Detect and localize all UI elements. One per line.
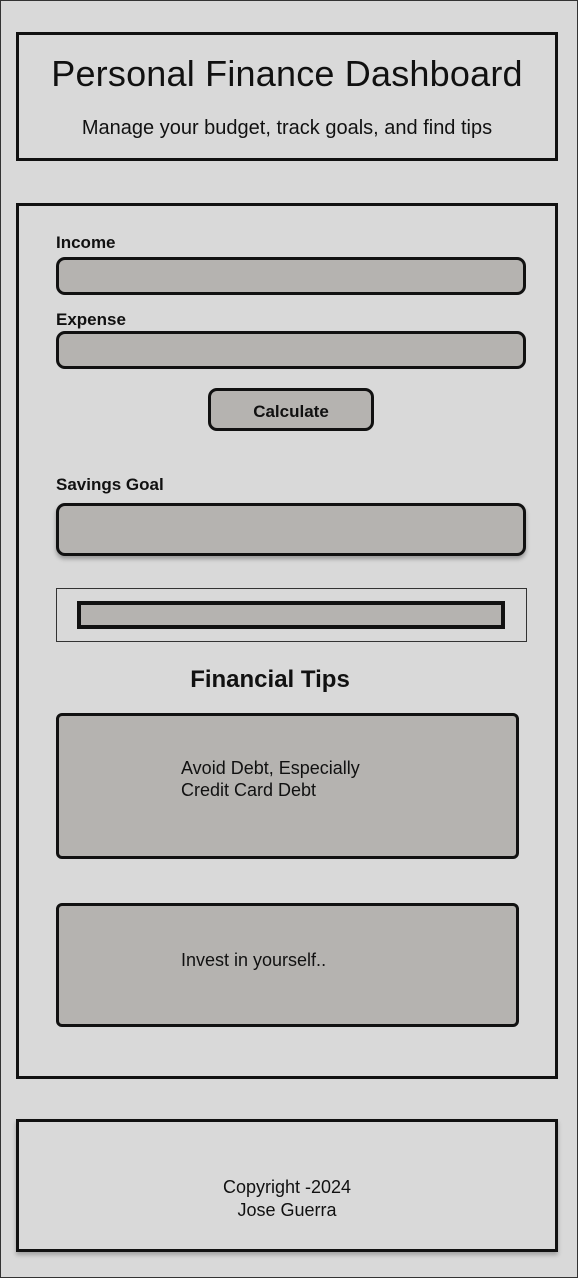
header: Personal Finance Dashboard Manage your b…: [16, 32, 558, 161]
savings-progress-fill: [81, 605, 501, 625]
expense-label: Expense: [56, 310, 126, 329]
tip-card: Avoid Debt, Especially Credit Card Debt: [56, 713, 519, 859]
income-field[interactable]: [56, 257, 526, 295]
expense-field[interactable]: [56, 331, 526, 369]
tip-line: Avoid Debt, Especially: [181, 758, 360, 778]
tip-text: Avoid Debt, Especially Credit Card Debt: [181, 757, 421, 801]
financial-tips-heading: Financial Tips: [190, 666, 350, 693]
page-subtitle: Manage your budget, track goals, and fin…: [81, 117, 493, 139]
footer: Copyright -2024 Jose Guerra: [16, 1119, 558, 1252]
author-name: Jose Guerra: [237, 1200, 337, 1220]
tip-line: Credit Card Debt: [181, 780, 317, 800]
savings-goal-field[interactable]: [56, 503, 526, 556]
tip-line: Invest in yourself..: [181, 950, 327, 970]
calculate-button[interactable]: Calculate: [208, 388, 374, 431]
savings-progress-container: [56, 588, 527, 642]
tip-card: Invest in yourself..: [56, 903, 519, 1027]
main-panel: Income Expense Calculate Savings Goal Fi…: [16, 203, 558, 1079]
savings-goal-label: Savings Goal: [56, 475, 164, 494]
tip-text: Invest in yourself..: [181, 949, 421, 971]
income-label: Income: [56, 233, 116, 252]
copyright-text: Copyright -2024: [222, 1177, 352, 1197]
savings-progress-bar: [77, 601, 505, 629]
page-title: Personal Finance Dashboard: [51, 53, 523, 94]
footer-copyright: Copyright -2024 Jose Guerra: [19, 1176, 555, 1222]
